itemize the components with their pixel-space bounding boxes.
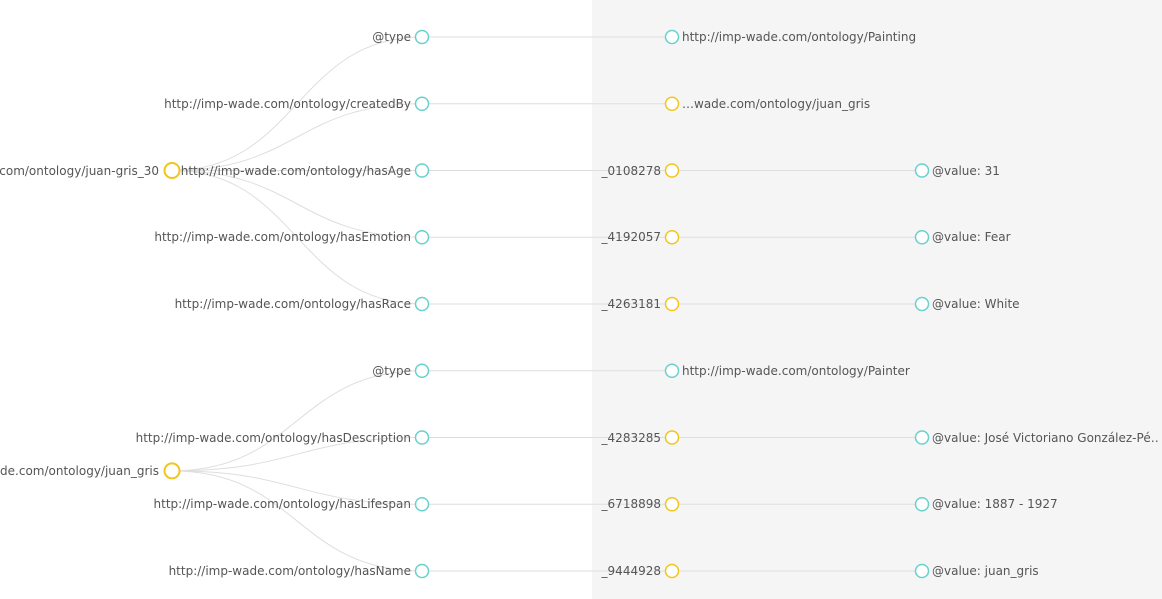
- object-node-6718898[interactable]: [664, 497, 680, 512]
- property-label: @type: [372, 363, 411, 378]
- graph-link: [171, 370, 423, 472]
- property-label: @type: [372, 30, 411, 44]
- graph-link: [171, 470, 423, 572]
- property-label: http://imp-wade.com/ontology/hasLifespan: [153, 497, 411, 512]
- property-node-http-imp-wade-com-ontology-haslifespan[interactable]: [414, 497, 430, 512]
- property-node-http-imp-wade-com-ontology-hasrace[interactable]: [414, 296, 430, 312]
- value-node[interactable]: [914, 430, 930, 445]
- property-label: http://imp-wade.com/ontology/createdBy: [164, 96, 411, 111]
- object-node-4283285[interactable]: [664, 430, 680, 445]
- blank-node-label: _4192057: [601, 230, 661, 245]
- object-node-4192057[interactable]: [664, 230, 680, 245]
- object-node-9444928[interactable]: [664, 563, 680, 579]
- property-node-http-imp-wade-com-ontology-hasemotion[interactable]: [414, 230, 430, 245]
- property-label: http://imp-wade.com/ontology/hasName: [168, 564, 411, 578]
- property-node-http-imp-wade-com-ontology-createdby[interactable]: [414, 96, 430, 111]
- object-label: …wade.com/ontology/juan_gris: [682, 96, 871, 111]
- property-node-http-imp-wade-com-ontology-hasage[interactable]: [414, 163, 430, 178]
- literal-value-label: @value: White: [932, 297, 1020, 311]
- graph-canvas[interactable]: @type http://imp-wade.com/ontology/Painti…: [0, 0, 1162, 599]
- value-node[interactable]: [914, 563, 930, 579]
- object-node-0108278[interactable]: [664, 163, 680, 178]
- object-node-http-imp-wade-com-ontology-painting[interactable]: [664, 29, 680, 45]
- blank-node-label: _6718898: [601, 497, 661, 512]
- property-label: http://imp-wade.com/ontology/hasEmotion: [154, 230, 411, 245]
- blank-node-label: _4283285: [601, 430, 661, 445]
- property-node-type[interactable]: [414, 363, 430, 378]
- literal-value-label: @value: 31: [932, 163, 1000, 178]
- subject-label-text: http://imp-wade.com/ontology/juan_gris: [0, 463, 159, 478]
- subject-label: http://imp-wade.com/ontology/juan_gris: [0, 463, 159, 479]
- property-label: http://imp-wade.com/ontology/hasRace: [174, 297, 411, 311]
- blank-node-label: _9444928: [601, 564, 661, 578]
- property-label: http://imp-wade.com/ontology/hasDescript…: [135, 430, 411, 445]
- property-node-http-imp-wade-com-ontology-hasdescriptio[interactable]: [414, 430, 430, 445]
- subject-label: http://imp-wade.com/ontology/juan-gris_3…: [0, 163, 159, 179]
- literal-value-label: @value: 1887 - 1927: [932, 497, 1058, 512]
- graph-link: [171, 103, 423, 171]
- subject-node-http-imp-wade-com-ontology-juan-gris[interactable]: [163, 462, 181, 480]
- literal-value-label: @value: José Victoriano González-Pé…: [932, 430, 1158, 445]
- object-label: http://imp-wade.com/ontology/Painter: [682, 363, 910, 378]
- blank-node-label: _4263181: [601, 297, 661, 311]
- value-node[interactable]: [914, 163, 930, 178]
- blank-node-label: _0108278: [601, 163, 661, 178]
- property-node-http-imp-wade-com-ontology-hasname[interactable]: [414, 563, 430, 579]
- object-node-http-imp-wade-com-ontology-painter[interactable]: [664, 363, 680, 378]
- literal-value-label: @value: juan_gris: [932, 564, 1039, 578]
- graph-link: [171, 170, 423, 238]
- object-label: http://imp-wade.com/ontology/Painting: [682, 30, 917, 44]
- object-node-4263181[interactable]: [664, 296, 680, 312]
- object-node-wade-com-ontology-juan-gris[interactable]: [664, 96, 680, 111]
- value-node[interactable]: [914, 230, 930, 245]
- subject-label-text: http://imp-wade.com/ontology/juan-gris_3…: [0, 163, 159, 178]
- value-node[interactable]: [914, 497, 930, 512]
- literal-value-label: @value: Fear: [932, 230, 1011, 245]
- value-node[interactable]: [914, 296, 930, 312]
- property-node-type[interactable]: [414, 29, 430, 45]
